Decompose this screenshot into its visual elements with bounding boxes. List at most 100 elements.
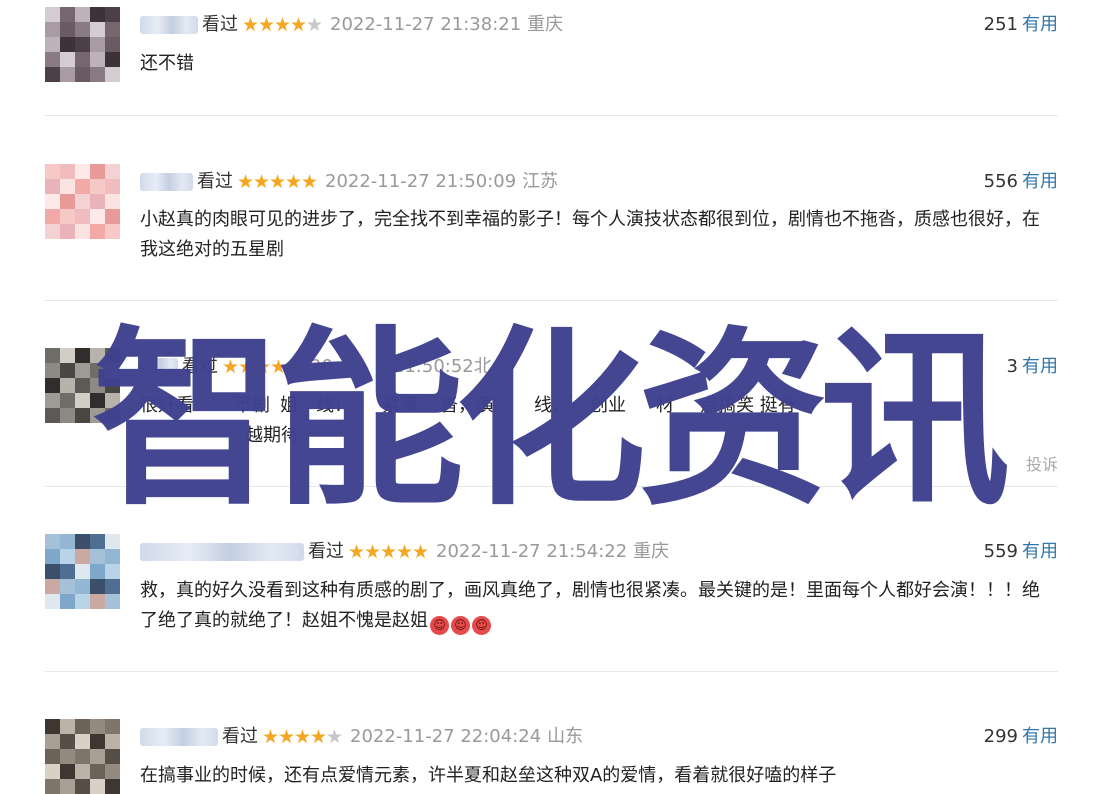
comment-time: 2022-11-27 21:38:21 bbox=[330, 14, 522, 35]
comment-location: 江苏 bbox=[522, 171, 559, 192]
avatar[interactable] bbox=[45, 7, 120, 82]
star-icon: ★ bbox=[294, 726, 312, 748]
comment-text-wrap: 救，真的好久没看到这种有质感的剧了，画风真绝了，剧情也很紧凑。最关键的是！里面每… bbox=[140, 576, 1055, 636]
rating-stars: ★ ★ ★ ★ ★ bbox=[237, 171, 319, 193]
star-icon: ★ bbox=[274, 14, 292, 36]
comment-time: 2022-11-27 22:04:24 bbox=[350, 726, 542, 747]
star-icon: ★ bbox=[254, 356, 272, 378]
comment-time-fragment: 21:50:52 bbox=[392, 356, 474, 377]
watched-label: 看过 bbox=[202, 14, 238, 35]
star-icon: ★ bbox=[270, 356, 288, 378]
star-icon: ★ bbox=[242, 14, 260, 36]
star-icon: ★ bbox=[301, 171, 319, 193]
rating-stars: ★ ★ ★ ★ ★ bbox=[262, 726, 344, 748]
angry-face-emoji: ☺ bbox=[451, 616, 470, 635]
comment-text-fragment: 创业 bbox=[590, 395, 626, 416]
comment-location: 山东 bbox=[547, 726, 584, 747]
comment-text-fragment: 沓，演 bbox=[440, 395, 494, 416]
star-icon: ★ bbox=[364, 541, 382, 563]
rating-stars: ★ ★ ★ ★ ★ bbox=[242, 14, 324, 36]
star-icon: ★ bbox=[286, 356, 304, 378]
star-icon: ★ bbox=[306, 14, 324, 36]
vote-count: 299 bbox=[983, 726, 1018, 747]
useful-button[interactable]: 有用 bbox=[1022, 14, 1058, 35]
rating-stars: ★ ★ ★ ★ ★ bbox=[222, 356, 304, 378]
star-icon: ★ bbox=[285, 171, 303, 193]
watched-label: 看过 bbox=[197, 171, 233, 192]
star-icon: ★ bbox=[258, 14, 276, 36]
watched-label: 看过 bbox=[182, 356, 218, 377]
star-icon: ★ bbox=[222, 356, 240, 378]
angry-face-emoji: ☺ bbox=[430, 616, 449, 635]
comment-meta: 看过 ★ ★ ★ ★ ★ 2022-11-27 21:54:22 重庆 bbox=[140, 539, 669, 565]
divider bbox=[45, 115, 1058, 116]
comment-text: 救，真的好久没看到这种有质感的剧了，画风真绝了，剧情也很紧凑。最关键的是！里面每… bbox=[140, 580, 1040, 631]
star-icon: ★ bbox=[348, 541, 366, 563]
username-blurred[interactable] bbox=[140, 16, 198, 34]
star-icon: ★ bbox=[269, 171, 287, 193]
comment-time: 2022-11-27 21:54:22 bbox=[436, 541, 628, 562]
comment-location: 重庆 bbox=[527, 14, 564, 35]
avatar[interactable] bbox=[45, 348, 120, 423]
comment-text: 小赵真的肉眼可见的进步了，完全找不到幸福的影子！每个人演技状态都很到位，剧情也不… bbox=[140, 209, 1040, 260]
comment-location: 重庆 bbox=[633, 541, 670, 562]
watermark-text: 智能化资讯 bbox=[92, 310, 1010, 531]
vote-area: 559 有用 bbox=[984, 539, 1058, 565]
username-blurred[interactable] bbox=[140, 173, 193, 191]
star-icon: ★ bbox=[238, 356, 256, 378]
comment-text-fragment: 点搞笑 挺有 bbox=[700, 395, 796, 416]
star-icon: ★ bbox=[380, 541, 398, 563]
vote-count: 556 bbox=[983, 171, 1018, 192]
useful-button[interactable]: 有用 bbox=[1022, 541, 1058, 562]
comment-location: 北 bbox=[473, 356, 492, 377]
comment-text-fragment: 紧凑 bbox=[382, 395, 418, 416]
useful-button[interactable]: 有用 bbox=[1022, 171, 1058, 192]
vote-area: 251 有用 bbox=[984, 12, 1058, 38]
comment-meta: 看过 ★ ★ ★ ★ ★ 20 21:50:52 北 bbox=[140, 354, 492, 380]
comment-text-fragment: 越期待 bbox=[245, 425, 299, 446]
star-icon: ★ bbox=[290, 14, 308, 36]
comment-text: 还不错 bbox=[140, 53, 194, 74]
comment-text-fragment: 线！ bbox=[316, 395, 352, 416]
vote-area: 299 有用 bbox=[984, 724, 1058, 750]
username-blurred[interactable] bbox=[140, 543, 304, 561]
report-button[interactable]: 投诉 bbox=[1026, 455, 1058, 475]
vote-area: 556 有用 bbox=[984, 169, 1058, 195]
divider bbox=[45, 486, 1058, 487]
star-icon: ★ bbox=[412, 541, 430, 563]
username-blurred[interactable] bbox=[140, 358, 178, 376]
star-icon: ★ bbox=[253, 171, 271, 193]
comment-text-fragment: 不剧 bbox=[234, 395, 270, 416]
divider bbox=[45, 300, 1058, 301]
angry-face-emoji: ☺ bbox=[472, 616, 491, 635]
vote-count: 559 bbox=[983, 541, 1018, 562]
watched-label: 看过 bbox=[308, 541, 344, 562]
username-blurred[interactable] bbox=[140, 728, 218, 746]
comment-text: 在搞事业的时候，还有点爱情元素，许半夏和赵垒这种双A的爱情，看着就很好嗑的样子 bbox=[140, 765, 837, 786]
vote-area: 3 有用 bbox=[1007, 354, 1058, 380]
comment-text-fragment: 很好看 bbox=[140, 395, 194, 416]
star-icon: ★ bbox=[237, 171, 255, 193]
vote-count: 251 bbox=[983, 14, 1018, 35]
comment-time: 2022-11-27 21:50:09 bbox=[325, 171, 517, 192]
rating-stars: ★ ★ ★ ★ ★ bbox=[348, 541, 430, 563]
comment-text-fragment: 姐 bbox=[280, 395, 298, 416]
comment-text-fragments: 很好看 不剧姐线！ 紧凑 沓，演 线， 创业 材 点搞笑 挺有 bbox=[140, 391, 1060, 421]
watched-label: 看过 bbox=[222, 726, 258, 747]
comment-text-fragment: 材 bbox=[656, 395, 674, 416]
comment-time-fragment: 20 bbox=[310, 356, 333, 377]
comment-meta: 看过 ★ ★ ★ ★ ★ 2022-11-27 22:04:24 山东 bbox=[140, 724, 583, 750]
avatar[interactable] bbox=[45, 534, 120, 609]
star-icon: ★ bbox=[262, 726, 280, 748]
avatar[interactable] bbox=[45, 719, 120, 794]
divider bbox=[45, 671, 1058, 672]
comment-meta: 看过 ★ ★ ★ ★ ★ 2022-11-27 21:38:21 重庆 bbox=[140, 12, 563, 38]
avatar[interactable] bbox=[45, 164, 120, 239]
star-icon: ★ bbox=[310, 726, 328, 748]
useful-button[interactable]: 有用 bbox=[1022, 356, 1058, 377]
star-icon: ★ bbox=[326, 726, 344, 748]
comment-meta: 看过 ★ ★ ★ ★ ★ 2022-11-27 21:50:09 江苏 bbox=[140, 169, 558, 195]
star-icon: ★ bbox=[278, 726, 296, 748]
useful-button[interactable]: 有用 bbox=[1022, 726, 1058, 747]
vote-count: 3 bbox=[1006, 356, 1018, 377]
